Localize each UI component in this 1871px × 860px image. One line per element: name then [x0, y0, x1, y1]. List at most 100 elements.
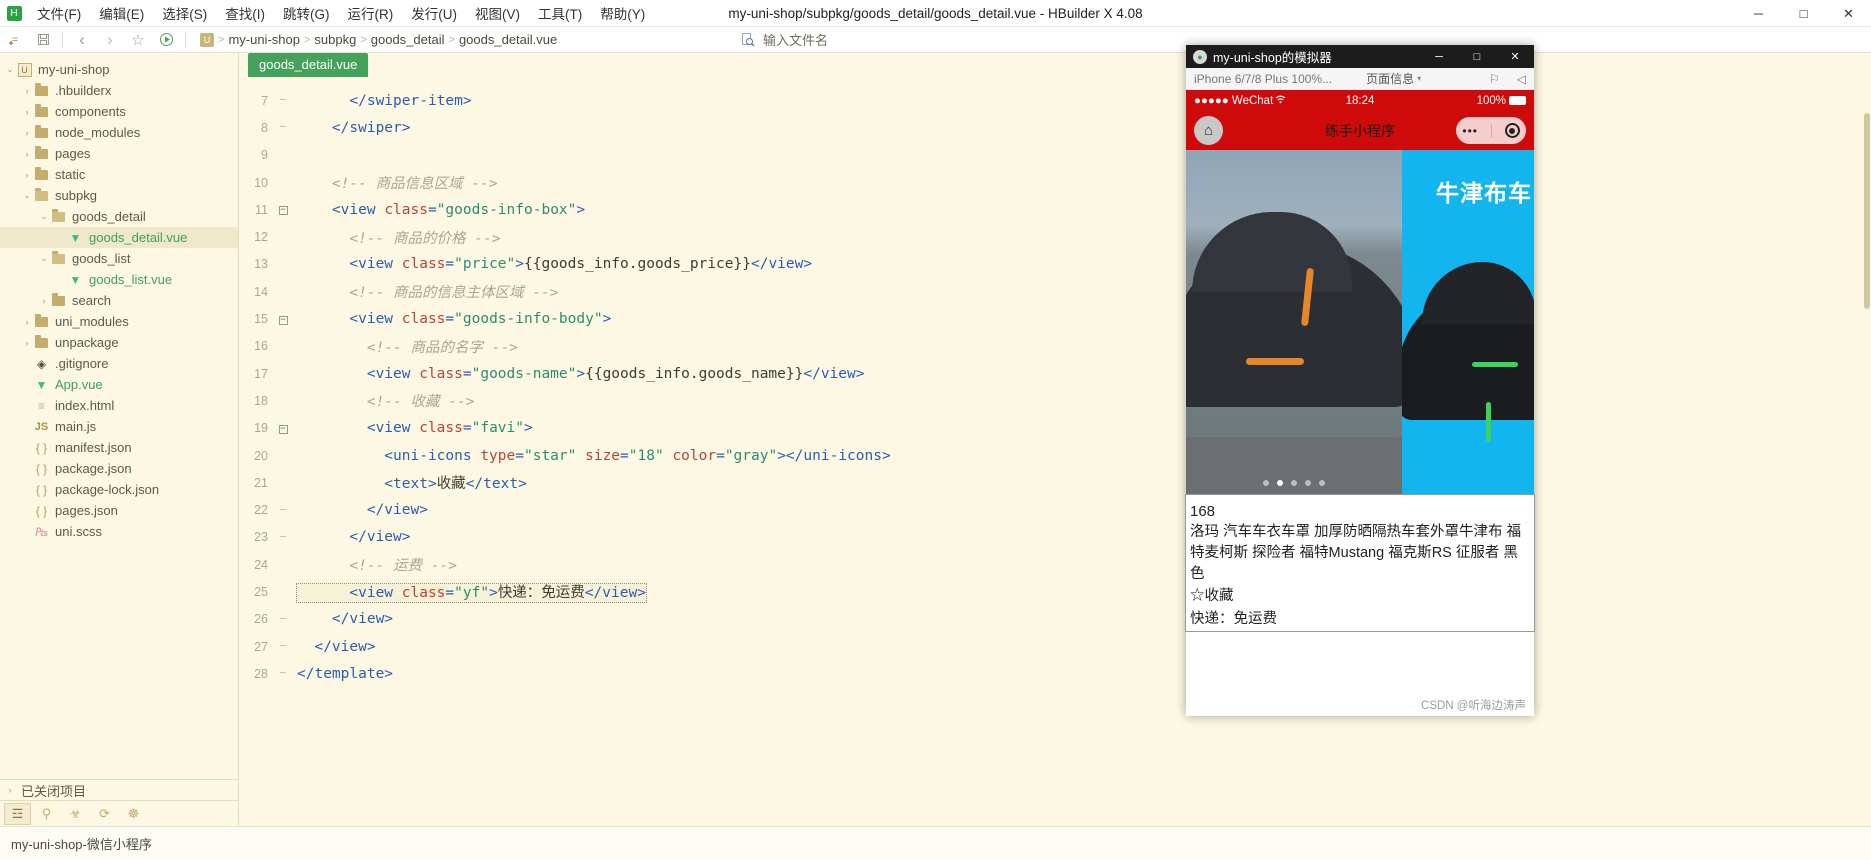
swiper-slide-2[interactable]: 牛津布车 [1402, 150, 1534, 495]
fold-toggle-icon[interactable]: − [275, 423, 291, 434]
search-icon[interactable]: ⚲ [33, 803, 60, 825]
chevron-right-icon[interactable]: › [21, 149, 33, 159]
code-line-12[interactable]: 12 <!-- 商品的价格 --> [239, 223, 1871, 250]
chevron-right-icon[interactable]: › [21, 317, 33, 327]
menu-item-3[interactable]: 查找(I) [216, 0, 274, 26]
chevron-down-icon[interactable]: ⌄ [21, 190, 33, 201]
chevron-right-icon[interactable]: › [21, 107, 33, 117]
simulator-minimize-button[interactable]: ─ [1420, 45, 1458, 68]
code-line-20[interactable]: 20 <uni-icons type="star" size="18" colo… [239, 442, 1871, 469]
minimize-button[interactable]: ─ [1736, 0, 1781, 27]
code-line-21[interactable]: 21 <text>收藏</text> [239, 469, 1871, 496]
code-line-10[interactable]: 10 <!-- 商品信息区域 --> [239, 169, 1871, 196]
tree-item-goods-list-vue[interactable]: ▼ goods_list.vue [0, 269, 238, 290]
maximize-button[interactable]: □ [1781, 0, 1826, 27]
breadcrumb-item-0[interactable]: my-uni-shop [228, 32, 300, 47]
page-info-menu[interactable]: 页面信息 [1366, 70, 1414, 87]
code-line-9[interactable]: 9 [239, 142, 1871, 169]
back-icon[interactable]: ‹ [69, 28, 95, 52]
menu-item-6[interactable]: 发行(U) [402, 0, 466, 26]
debug-icon[interactable]: ☣ [62, 803, 89, 825]
chevron-right-icon[interactable]: › [21, 338, 33, 348]
new-file-icon[interactable] [2, 28, 28, 52]
breadcrumb-item-3[interactable]: goods_detail.vue [459, 32, 557, 47]
chevron-right-icon[interactable]: › [38, 296, 50, 306]
code-line-23[interactable]: 23 ─ </view> [239, 524, 1871, 551]
close-button[interactable]: ✕ [1826, 0, 1871, 27]
chevron-right-icon[interactable]: › [21, 170, 33, 180]
menu-item-2[interactable]: 选择(S) [153, 0, 216, 26]
code-line-17[interactable]: 17 <view class="goods-name">{{goods_info… [239, 360, 1871, 387]
menu-item-1[interactable]: 编辑(E) [90, 0, 153, 26]
capsule-menu-icon[interactable]: ••• [1462, 124, 1478, 138]
chevron-down-icon[interactable]: ▾ [1417, 74, 1421, 83]
wechat-capsule-button[interactable]: ••• [1456, 117, 1526, 144]
tree-item-app-vue[interactable]: ▼ App.vue [0, 374, 238, 395]
tree-item-index-html[interactable]: ≡ index.html [0, 395, 238, 416]
tree-item-my-uni-shop[interactable]: ⌄ Umy-uni-shop [0, 59, 238, 80]
save-icon[interactable] [30, 28, 56, 52]
fold-toggle-icon[interactable]: − [275, 314, 291, 325]
swiper-dot-0[interactable] [1263, 480, 1269, 486]
chevron-down-icon[interactable]: ⌄ [4, 64, 16, 75]
code-line-24[interactable]: 24 <!-- 运费 --> [239, 551, 1871, 578]
tab-goods-detail-vue[interactable]: goods_detail.vue [248, 53, 369, 77]
tree-item-pages-json[interactable]: { } pages.json [0, 500, 238, 521]
simulator-close-button[interactable]: ✕ [1496, 45, 1534, 68]
star-icon[interactable]: ☆ [125, 28, 151, 52]
tree-item-node-modules[interactable]: › node_modules [0, 122, 238, 143]
code-line-13[interactable]: 13 <view class="price">{{goods_info.good… [239, 251, 1871, 278]
code-line-14[interactable]: 14 <!-- 商品的信息主体区域 --> [239, 278, 1871, 305]
swiper-dot-3[interactable] [1305, 480, 1311, 486]
code-line-7[interactable]: 7 ─ </swiper-item> [239, 87, 1871, 114]
device-selector[interactable]: iPhone 6/7/8 Plus 100%... [1194, 72, 1332, 86]
tree-item-manifest-json[interactable]: { } manifest.json [0, 437, 238, 458]
sync-icon[interactable]: ⟳ [91, 803, 118, 825]
chevron-down-icon[interactable]: ⌄ [38, 211, 50, 222]
chevron-right-icon[interactable]: › [21, 128, 33, 138]
fold-toggle-icon[interactable]: − [275, 204, 291, 216]
tree-item--hbuilderx[interactable]: › .hbuilderx [0, 80, 238, 101]
tree-item-subpkg[interactable]: ⌄ subpkg [0, 185, 238, 206]
code-line-15[interactable]: 15− <view class="goods-info-body"> [239, 305, 1871, 332]
tree-item-pages[interactable]: › pages [0, 143, 238, 164]
volume-icon[interactable]: ◁ [1517, 72, 1526, 86]
code-line-22[interactable]: 22 ─ </view> [239, 496, 1871, 523]
tree-item-goods-list[interactable]: ⌄ goods_list [0, 248, 238, 269]
menu-item-8[interactable]: 工具(T) [529, 0, 591, 26]
swiper-dot-1[interactable] [1277, 480, 1283, 486]
tree-item-package-lock-json[interactable]: { } package-lock.json [0, 479, 238, 500]
forward-icon[interactable]: › [97, 28, 123, 52]
tree-item-components[interactable]: › components [0, 101, 238, 122]
code-line-19[interactable]: 19− <view class="favi"> [239, 415, 1871, 442]
capsule-close-icon[interactable] [1504, 123, 1520, 138]
swiper-slide-1[interactable] [1186, 150, 1420, 495]
editor-scrollbar[interactable] [1862, 87, 1871, 826]
code-line-25[interactable]: 25 <view class="yf">快递：免运费</view> [239, 578, 1871, 605]
code-area[interactable]: 7 ─ </swiper-item> 8 ─ </swiper> 9 10 <!-- 商品… [239, 87, 1871, 826]
tree-item-goods-detail-vue[interactable]: ▼ goods_detail.vue [0, 227, 238, 248]
breadcrumb-item-1[interactable]: subpkg [314, 32, 356, 47]
tree-item-uni-scss[interactable]: ₧ uni.scss [0, 521, 238, 542]
menu-item-4[interactable]: 跳转(G) [274, 0, 339, 26]
tree-item-main-js[interactable]: JS main.js [0, 416, 238, 437]
menu-item-7[interactable]: 视图(V) [466, 0, 529, 26]
tree-item-search[interactable]: › search [0, 290, 238, 311]
code-line-27[interactable]: 27 ─ </view> [239, 633, 1871, 660]
breadcrumb-item-2[interactable]: goods_detail [371, 32, 445, 47]
code-line-11[interactable]: 11− <view class="goods-info-box"> [239, 196, 1871, 223]
pin-icon[interactable]: ⚐ [1489, 72, 1500, 86]
swiper-dot-2[interactable] [1291, 480, 1297, 486]
simulator-maximize-button[interactable]: □ [1458, 45, 1496, 68]
tree-item-package-json[interactable]: { } package.json [0, 458, 238, 479]
chevron-down-icon[interactable]: ⌄ [38, 253, 50, 264]
plugins-icon[interactable]: ☸ [120, 803, 147, 825]
chevron-right-icon[interactable]: › [21, 86, 33, 96]
code-line-8[interactable]: 8 ─ </swiper> [239, 114, 1871, 141]
goods-image-swiper[interactable]: 牛津布车 [1186, 150, 1534, 495]
tree-item-unpackage[interactable]: › unpackage [0, 332, 238, 353]
menu-item-0[interactable]: 文件(F) [28, 0, 90, 26]
menu-item-5[interactable]: 运行(R) [339, 0, 403, 26]
tree-item--gitignore[interactable]: ◈ .gitignore [0, 353, 238, 374]
goods-favorite[interactable]: ☆收藏 [1190, 585, 1532, 608]
